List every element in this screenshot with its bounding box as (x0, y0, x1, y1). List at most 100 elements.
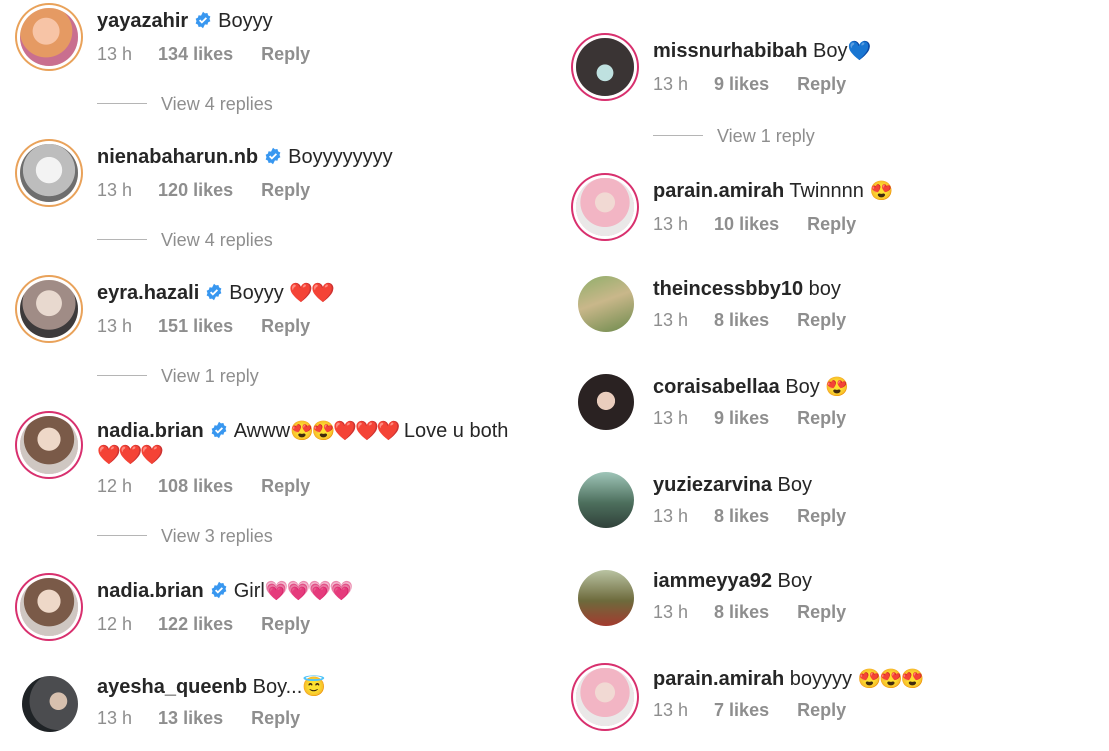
comment-text: Girl (233, 580, 265, 602)
reply-button[interactable]: Reply (261, 180, 310, 201)
comment-time: 13 h (97, 316, 133, 336)
comment-time: 13 h (653, 602, 689, 622)
blue-heart-emoji-icon: 💙 (847, 41, 872, 62)
username[interactable]: parain.amirah (653, 180, 784, 202)
reply-button[interactable]: Reply (251, 708, 300, 729)
comment-text: Boy... (252, 676, 303, 698)
avatar[interactable] (20, 416, 78, 474)
heart-eyes-emoji-icon: 😍 (869, 181, 893, 202)
reply-button[interactable]: Reply (797, 310, 846, 331)
comment-time: 13 h (653, 506, 689, 526)
divider (97, 535, 147, 536)
comment-time: 13 h (653, 310, 689, 330)
avatar[interactable] (578, 374, 634, 430)
comment-text: Boyyy (229, 282, 284, 304)
comment-text: Boyyy (218, 10, 273, 32)
view-replies-link[interactable]: View 3 replies (97, 526, 273, 547)
likes-count[interactable]: 122 likes (158, 614, 233, 635)
comment-time: 13 h (97, 44, 133, 64)
comment-time: 13 h (653, 214, 689, 234)
avatar[interactable] (20, 144, 78, 202)
comment-text: boy (808, 278, 841, 300)
username[interactable]: ayesha_queenb (97, 676, 247, 698)
view-replies-link[interactable]: View 1 reply (653, 126, 815, 147)
reply-button[interactable]: Reply (797, 74, 846, 95)
reply-button[interactable]: Reply (797, 602, 846, 623)
comment-time: 13 h (653, 408, 689, 428)
avatar[interactable] (20, 280, 78, 338)
heart-eyes-emoji-icon: 😍 (825, 377, 849, 398)
comment-text: Boyyyyyyyy (288, 146, 393, 168)
comment-text: Boy (785, 376, 820, 398)
view-replies-link[interactable]: View 1 reply (97, 366, 259, 387)
comment-time: 12 h (97, 614, 133, 634)
reply-button[interactable]: Reply (807, 214, 856, 235)
likes-count[interactable]: 151 likes (158, 316, 233, 337)
username[interactable]: nadia.brian (97, 580, 204, 602)
verified-badge-icon (206, 283, 222, 301)
halo-emoji-icon: 😇 (302, 677, 326, 698)
verified-badge-icon (211, 581, 227, 599)
username[interactable]: eyra.hazali (97, 282, 199, 304)
avatar[interactable] (20, 578, 78, 636)
likes-count[interactable]: 13 likes (158, 708, 223, 729)
likes-count[interactable]: 8 likes (714, 602, 769, 623)
username[interactable]: parain.amirah (653, 668, 784, 690)
username[interactable]: iammeyya92 (653, 570, 772, 592)
emoji-icon: 😍😍❤️❤️❤️ (290, 421, 400, 442)
view-replies-link[interactable]: View 4 replies (97, 230, 273, 251)
likes-count[interactable]: 108 likes (158, 476, 233, 497)
view-replies-link[interactable]: View 4 replies (97, 94, 273, 115)
comment-text: boyyyy (789, 668, 852, 690)
reply-button[interactable]: Reply (261, 316, 310, 337)
avatar[interactable] (578, 570, 634, 626)
heart-eyes-emoji-icon: 😍😍😍 (857, 669, 925, 690)
likes-count[interactable]: 8 likes (714, 310, 769, 331)
username[interactable]: yayazahir (97, 10, 188, 32)
avatar[interactable] (578, 472, 634, 528)
divider (97, 103, 147, 104)
verified-badge-icon (195, 11, 211, 29)
reply-button[interactable]: Reply (261, 614, 310, 635)
reply-button[interactable]: Reply (797, 408, 846, 429)
comment-text: Boy (777, 570, 813, 592)
likes-count[interactable]: 120 likes (158, 180, 233, 201)
comment-time: 13 h (97, 180, 133, 200)
username[interactable]: yuziezarvina (653, 474, 772, 496)
comment-text: Boy (813, 40, 848, 62)
likes-count[interactable]: 134 likes (158, 44, 233, 65)
avatar[interactable] (576, 38, 634, 96)
divider (97, 375, 147, 376)
pink-heart-emoji-icon: 💗💗💗💗 (264, 581, 354, 602)
comment-text: Boy (777, 474, 812, 496)
comment-text: Twinnnn (789, 180, 864, 202)
divider (97, 239, 147, 240)
comment-time: 13 h (653, 74, 689, 94)
username[interactable]: theincessbby10 (653, 278, 803, 300)
likes-count[interactable]: 9 likes (714, 408, 769, 429)
username[interactable]: coraisabellaa (653, 376, 780, 398)
likes-count[interactable]: 7 likes (714, 700, 769, 721)
reply-button[interactable]: Reply (261, 44, 310, 65)
avatar[interactable] (22, 676, 78, 732)
username[interactable]: nienabaharun.nb (97, 146, 258, 168)
avatar[interactable] (20, 8, 78, 66)
reply-button[interactable]: Reply (797, 506, 846, 527)
username[interactable]: nadia.brian (97, 420, 204, 442)
username[interactable]: missnurhabibah (653, 40, 807, 62)
likes-count[interactable]: 10 likes (714, 214, 779, 235)
comment-time: 13 h (97, 708, 133, 728)
avatar[interactable] (576, 668, 634, 726)
comment-time: 13 h (653, 700, 689, 720)
comment-text: Love u both (403, 420, 509, 442)
likes-count[interactable]: 9 likes (714, 74, 769, 95)
comment-text: Awww (233, 420, 291, 442)
reply-button[interactable]: Reply (797, 700, 846, 721)
reply-button[interactable]: Reply (261, 476, 310, 497)
avatar[interactable] (576, 178, 634, 236)
likes-count[interactable]: 8 likes (714, 506, 769, 527)
avatar[interactable] (578, 276, 634, 332)
heart-emoji-icon: ❤️❤️ (289, 283, 334, 304)
comment-time: 12 h (97, 476, 133, 496)
divider (653, 135, 703, 136)
